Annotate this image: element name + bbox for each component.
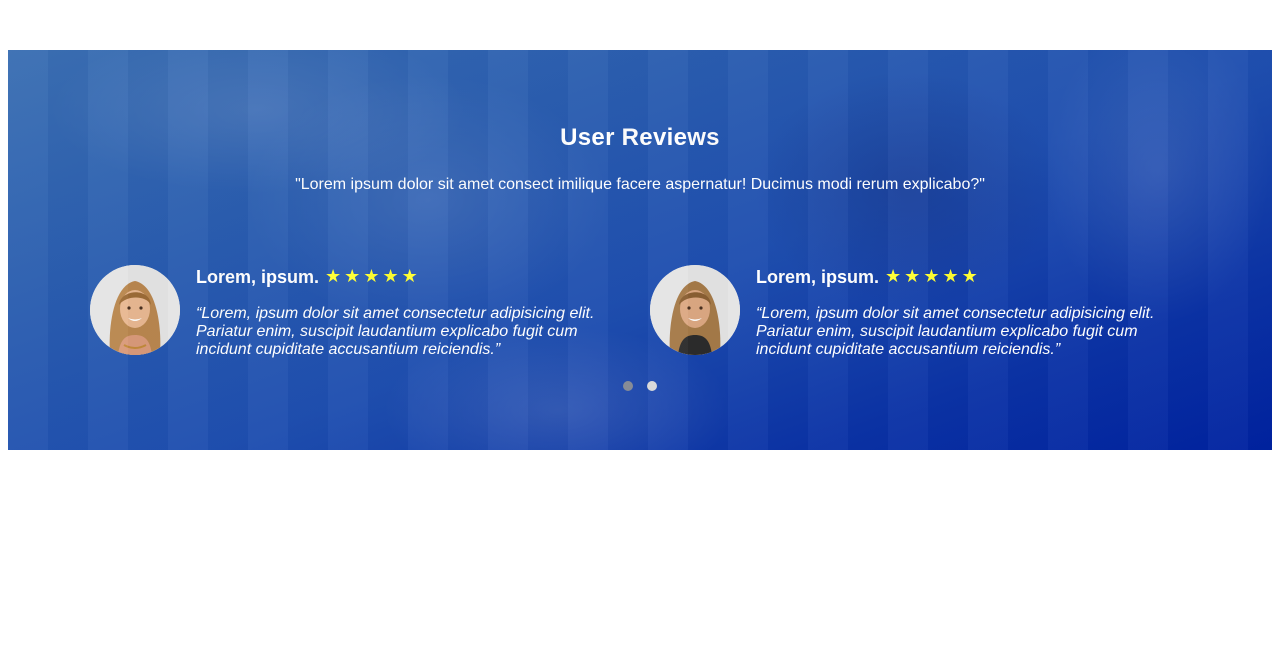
star-icon: ★ xyxy=(885,266,902,287)
star-icon: ★ xyxy=(344,266,361,287)
review-quote: “Lorem, ipsum dolor sit amet consectetur… xyxy=(196,305,595,358)
review-quote: “Lorem, ipsum dolor sit amet consectetur… xyxy=(756,305,1155,358)
star-icon: ★ xyxy=(401,266,418,287)
reviewer-photo xyxy=(650,265,740,355)
star-icon: ★ xyxy=(904,266,921,287)
star-icon: ★ xyxy=(942,266,959,287)
reviewer-photo xyxy=(90,265,180,355)
user-reviews-section: User Reviews "Lorem ipsum dolor sit amet… xyxy=(8,50,1272,450)
review-header: Lorem, ipsum. ★ ★ ★ ★ ★ xyxy=(196,265,421,289)
reviewer-name: Lorem, ipsum. xyxy=(196,266,320,287)
carousel-dot-1[interactable] xyxy=(623,381,633,391)
section-title: User Reviews xyxy=(560,124,720,151)
carousel-dot-2[interactable] xyxy=(647,381,657,391)
star-icon: ★ xyxy=(363,266,380,287)
reviewer-name: Lorem, ipsum. xyxy=(756,266,880,287)
review-card: Lorem, ipsum. ★ ★ ★ ★ ★ “Lorem, ipsum do… xyxy=(90,265,630,365)
review-card: Lorem, ipsum. ★ ★ ★ ★ ★ “Lorem, ipsum do… xyxy=(650,265,1190,365)
star-icon: ★ xyxy=(382,266,399,287)
carousel-pagination xyxy=(8,381,1272,391)
avatar xyxy=(650,265,740,355)
star-icon: ★ xyxy=(961,266,978,287)
star-icon: ★ xyxy=(923,266,940,287)
star-rating: ★ ★ ★ ★ ★ xyxy=(325,268,421,286)
avatar xyxy=(90,265,180,355)
section-subtitle: "Lorem ipsum dolor sit amet consect imil… xyxy=(295,176,985,193)
star-icon: ★ xyxy=(325,266,342,287)
review-header: Lorem, ipsum. ★ ★ ★ ★ ★ xyxy=(756,265,981,289)
star-rating: ★ ★ ★ ★ ★ xyxy=(885,268,981,286)
